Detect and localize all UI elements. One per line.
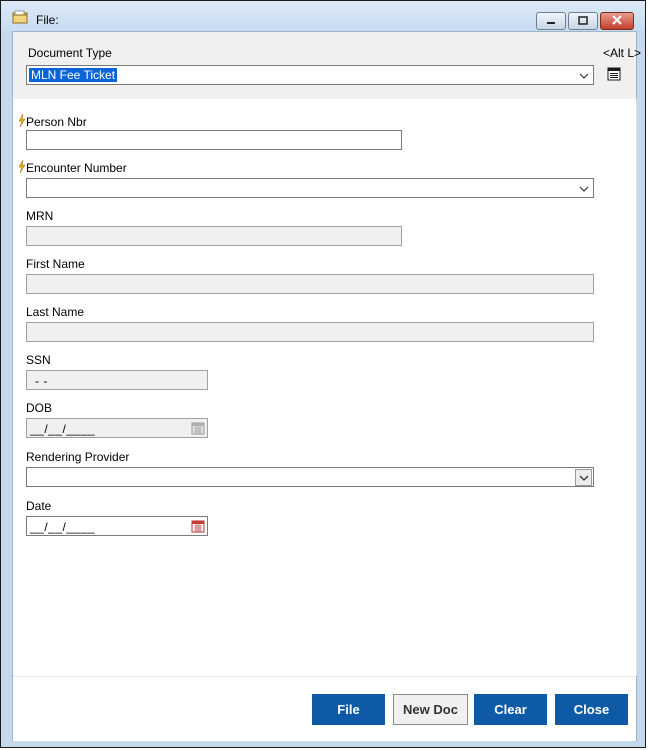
divider [636, 99, 637, 676]
mrn-input [26, 226, 402, 246]
document-type-section: Document Type <Alt L> MLN Fee Ticket [13, 32, 641, 99]
title-bar[interactable]: File: [1, 1, 645, 31]
required-bolt-icon [18, 159, 26, 174]
encounter-number-select[interactable] [26, 178, 594, 198]
close-window-button[interactable] [600, 12, 634, 30]
ssn-input: - - [26, 370, 208, 390]
document-type-select[interactable]: MLN Fee Ticket [26, 65, 594, 85]
first-name-label: First Name [26, 257, 85, 271]
file-button[interactable]: File [312, 694, 385, 725]
new-doc-button[interactable]: New Doc [393, 694, 468, 725]
close-icon [612, 14, 622, 28]
dropdown-button[interactable] [575, 469, 592, 486]
chevron-down-icon [579, 70, 589, 80]
ssn-mask: - - [35, 374, 48, 388]
shortcut-hint: <Alt L> [603, 46, 642, 60]
calendar-icon [191, 421, 205, 435]
dob-label: DOB [26, 401, 53, 415]
maximize-button[interactable] [568, 12, 598, 30]
document-type-value: MLN Fee Ticket [29, 68, 118, 82]
folder-icon [12, 10, 28, 24]
last-name-label: Last Name [26, 305, 85, 319]
minimize-icon [546, 14, 556, 28]
date-input[interactable]: __/__/____ [26, 516, 208, 536]
first-name-input [26, 274, 594, 294]
minimize-button[interactable] [536, 12, 566, 30]
chevron-down-icon [579, 183, 589, 193]
person-nbr-input[interactable] [26, 130, 402, 150]
rendering-provider-select[interactable] [26, 467, 594, 487]
person-nbr-label: Person Nbr [26, 115, 87, 129]
rendering-provider-label: Rendering Provider [26, 450, 130, 464]
dialog-body: Document Type <Alt L> MLN Fee Ticket Per [12, 31, 641, 741]
close-button[interactable]: Close [555, 694, 628, 725]
clear-button[interactable]: Clear [474, 694, 547, 725]
date-label: Date [26, 499, 52, 513]
required-bolt-icon [18, 113, 26, 128]
window-title: File: [36, 13, 59, 27]
encounter-number-label: Encounter Number [26, 161, 127, 175]
document-list-icon[interactable] [607, 67, 621, 81]
file-dialog-window: File: Document Type <Alt L> MLN Fee Tick… [0, 0, 646, 748]
ssn-label: SSN [26, 353, 51, 367]
maximize-icon [578, 14, 588, 28]
mrn-label: MRN [26, 209, 54, 223]
date-mask: __/__/____ [30, 520, 96, 534]
dob-mask: __/__/____ [30, 422, 96, 436]
calendar-icon[interactable] [191, 519, 205, 533]
dob-input: __/__/____ [26, 418, 208, 438]
chevron-down-icon [579, 471, 589, 485]
last-name-input [26, 322, 594, 342]
document-type-label: Document Type [28, 46, 112, 60]
